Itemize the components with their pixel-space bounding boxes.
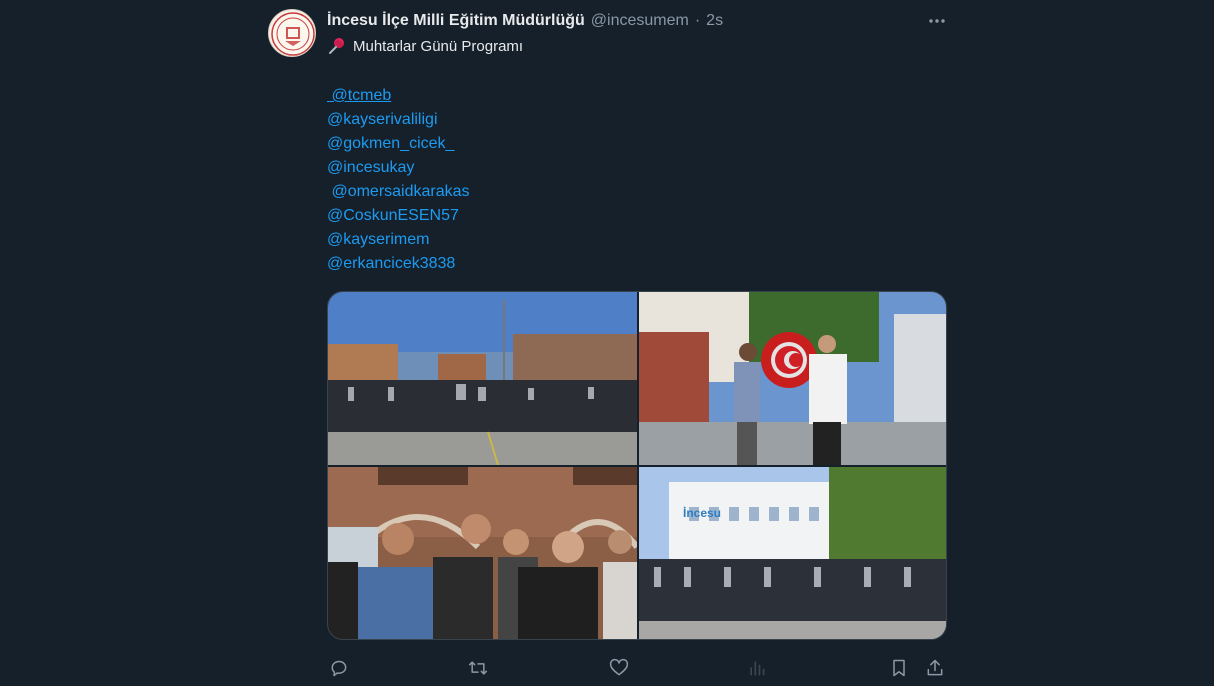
mention-link[interactable]: @incesukay bbox=[327, 156, 470, 180]
mention-list: @tcmeb @kayserivaliligi @gokmen_cicek_ @… bbox=[327, 84, 470, 276]
tweet-header: İncesu İlçe Milli Eğitim Müdürlüğü @ince… bbox=[327, 10, 723, 32]
share-button[interactable] bbox=[923, 656, 947, 680]
mention-link[interactable]: @erkancicek3838 bbox=[327, 252, 470, 276]
retweet-button[interactable] bbox=[466, 656, 490, 680]
author-name[interactable]: İncesu İlçe Milli Eğitim Müdürlüğü bbox=[327, 12, 585, 30]
like-icon bbox=[609, 658, 629, 676]
retweet-icon bbox=[468, 661, 488, 675]
tweet[interactable]: İncesu İlçe Milli Eğitim Müdürlüğü @ince… bbox=[268, 0, 948, 686]
reply-icon bbox=[331, 660, 347, 677]
share-icon bbox=[927, 659, 943, 676]
more-icon bbox=[929, 19, 945, 23]
tweet-actions bbox=[327, 656, 947, 682]
views-icon bbox=[750, 661, 765, 676]
photo-wreath-ceremony[interactable] bbox=[639, 292, 946, 465]
photo-group-square[interactable] bbox=[328, 292, 637, 465]
mention-link[interactable]: @tcmeb bbox=[327, 84, 470, 108]
photo-group-building[interactable]: İncesu bbox=[639, 467, 946, 639]
mention-link[interactable]: @omersaidkarakas bbox=[327, 180, 469, 204]
reply-button[interactable] bbox=[327, 656, 351, 680]
like-button[interactable] bbox=[607, 656, 631, 680]
media-grid: İncesu bbox=[327, 291, 947, 640]
mention-link[interactable]: @gokmen_cicek_ bbox=[327, 132, 470, 156]
pushpin-icon bbox=[327, 36, 347, 56]
mention-link[interactable]: @CoskunESEN57 bbox=[327, 204, 470, 228]
tweet-title-line: Muhtarlar Günü Programı bbox=[327, 36, 523, 56]
bookmark-button[interactable] bbox=[887, 656, 911, 680]
photo-sign-text: İncesu bbox=[683, 505, 721, 520]
avatar[interactable] bbox=[268, 9, 316, 57]
more-options-button[interactable] bbox=[926, 10, 948, 32]
author-handle[interactable]: @incesumem bbox=[591, 12, 689, 30]
bookmark-icon bbox=[893, 659, 905, 677]
separator: · bbox=[694, 12, 701, 29]
mention-link[interactable]: @kayserivaliligi bbox=[327, 108, 470, 132]
tweet-title: Muhtarlar Günü Programı bbox=[353, 37, 524, 55]
views-button[interactable] bbox=[745, 656, 769, 680]
photo-headmen-closeup[interactable] bbox=[328, 467, 637, 639]
mention-link[interactable]: @kayserimem bbox=[327, 228, 470, 252]
timestamp[interactable]: 2s bbox=[706, 12, 723, 30]
meb-logo-icon bbox=[271, 12, 315, 56]
